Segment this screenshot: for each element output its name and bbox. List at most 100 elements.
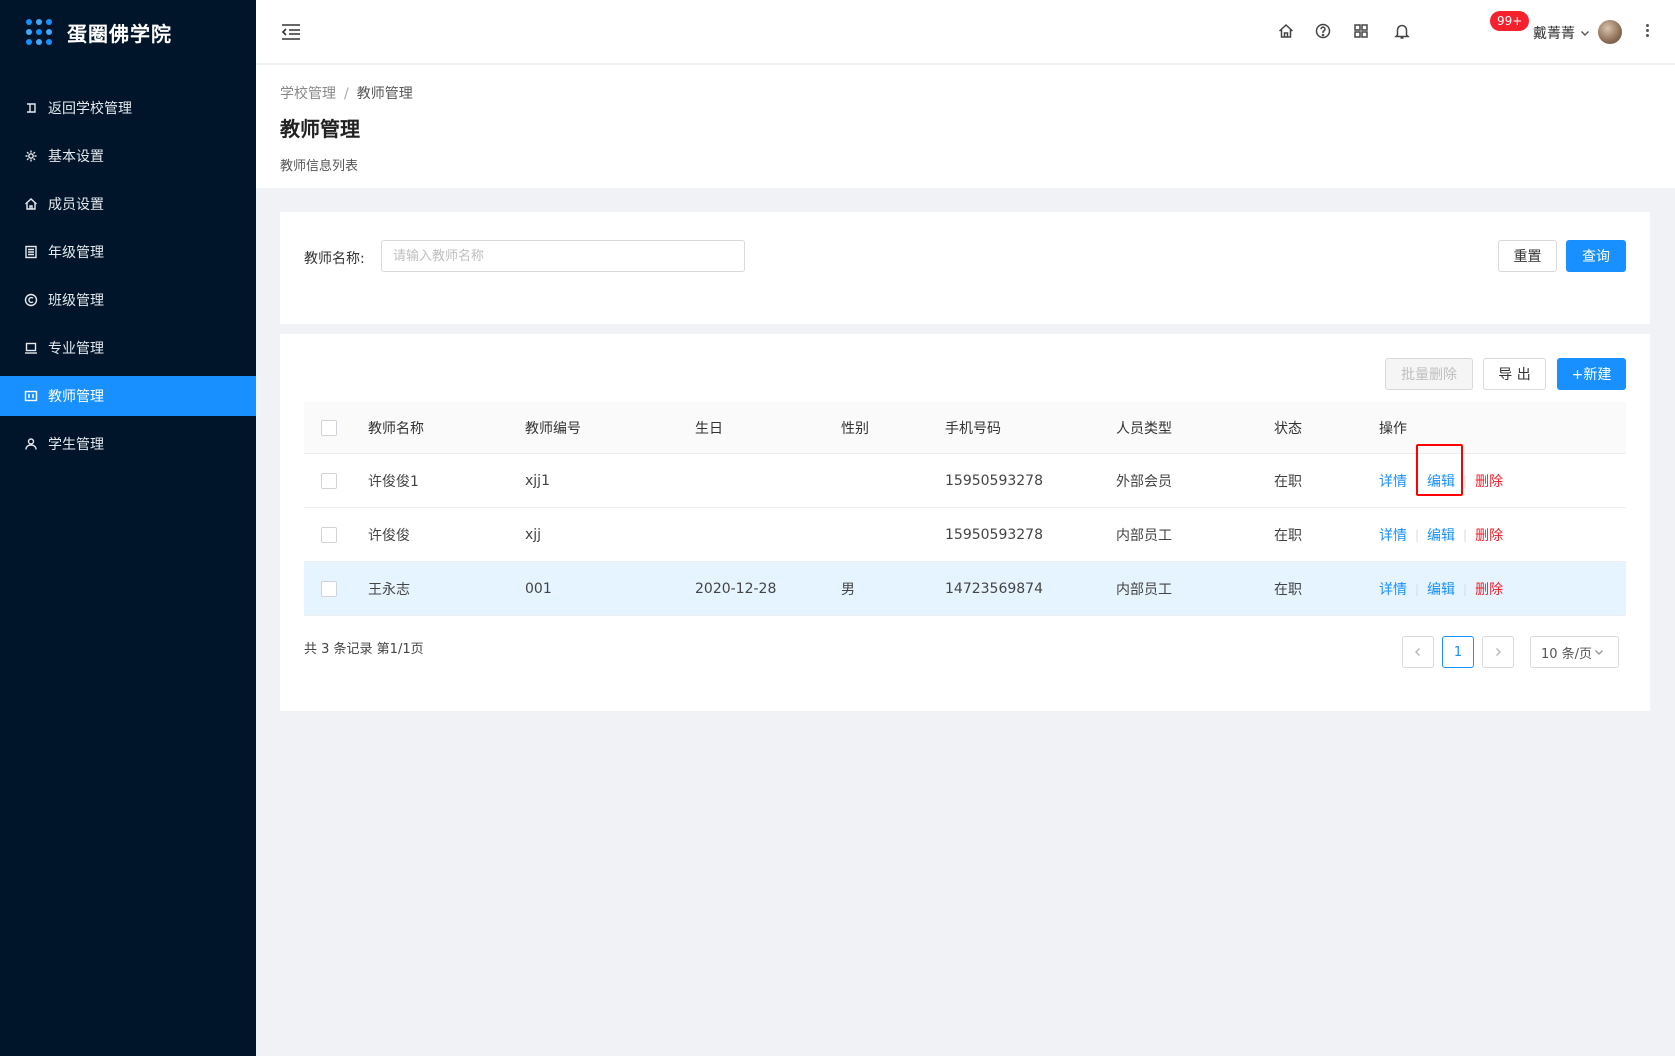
edit-link[interactable]: 编辑	[1427, 471, 1455, 491]
detail-link[interactable]: 详情	[1379, 579, 1407, 599]
breadcrumb-current: 教师管理	[356, 86, 413, 102]
row-checkbox[interactable]	[321, 580, 337, 597]
cell-type: 外部会员	[1116, 473, 1172, 490]
delete-link[interactable]: 删除	[1475, 471, 1503, 491]
export-button[interactable]: 导 出	[1483, 358, 1546, 390]
page-number-button[interactable]: 1	[1442, 636, 1474, 668]
action-separator: |	[1463, 527, 1468, 542]
chevron-right-icon	[1495, 647, 1502, 657]
column-header: 生日	[695, 420, 723, 437]
search-card: 教师名称: 重置 查询	[280, 212, 1650, 324]
sidebar-item-teacher[interactable]: 教师管理	[0, 376, 256, 416]
column-header: 教师名称	[368, 420, 424, 437]
reset-button[interactable]: 重置	[1498, 240, 1557, 272]
bell-icon[interactable]	[1393, 22, 1411, 40]
laptop-icon	[24, 341, 38, 355]
sidebar-item-label: 成员设置	[48, 197, 104, 213]
row-checkbox[interactable]	[321, 526, 337, 543]
sidebar-item-return[interactable]: 返回学校管理	[0, 88, 256, 128]
id-card-icon	[24, 389, 38, 403]
apps-icon[interactable]	[1352, 22, 1370, 40]
sidebar-item-class[interactable]: 班级管理	[0, 280, 256, 320]
chevron-down-icon	[1595, 650, 1604, 655]
table-card: 批量删除 导 出 +新建 教师名称 教师编号 生日 性别 手机号码 人员类型 状…	[280, 334, 1650, 711]
next-page-button[interactable]	[1482, 636, 1514, 668]
teacher-table: 教师名称 教师编号 生日 性别 手机号码 人员类型 状态 操作 许俊俊1 xjj…	[304, 402, 1626, 616]
breadcrumb-parent[interactable]: 学校管理	[280, 86, 336, 102]
column-header: 手机号码	[945, 420, 1001, 437]
sidebar-item-label: 年级管理	[48, 245, 104, 261]
batch-delete-button[interactable]: 批量删除	[1385, 358, 1473, 390]
sidebar-item-label: 基本设置	[48, 149, 104, 165]
column-header: 操作	[1379, 420, 1407, 437]
cell-type: 内部员工	[1116, 527, 1172, 544]
breadcrumb-separator: /	[344, 86, 349, 102]
delete-link[interactable]: 删除	[1475, 525, 1503, 545]
delete-link[interactable]: 删除	[1475, 579, 1503, 599]
select-all-checkbox[interactable]	[321, 419, 337, 436]
cell-phone: 15950593278	[945, 526, 1043, 543]
search-label: 教师名称:	[304, 251, 365, 267]
chevron-left-icon	[1414, 647, 1421, 657]
sidebar-item-member-settings[interactable]: 成员设置	[0, 184, 256, 224]
user-name[interactable]: 戴菁菁	[1533, 23, 1575, 43]
sidebar-item-label: 班级管理	[48, 293, 104, 309]
home-icon	[24, 197, 38, 211]
page-header: 学校管理 / 教师管理 教师管理 教师信息列表	[256, 65, 1675, 188]
cell-name: 许俊俊	[368, 527, 410, 544]
detail-link[interactable]: 详情	[1379, 471, 1407, 491]
table-row: 许俊俊1 xjj1 15950593278 外部会员 在职 详情 | 编辑 | 删除	[304, 454, 1626, 508]
cell-actions: 详情 | 编辑 | 删除	[1379, 562, 1503, 615]
query-button[interactable]: 查询	[1566, 240, 1626, 272]
column-header: 教师编号	[525, 420, 581, 437]
avatar[interactable]	[1598, 20, 1622, 44]
sidebar-item-basic-settings[interactable]: 基本设置	[0, 136, 256, 176]
page-size-value: 10 条/页	[1541, 646, 1593, 662]
more-vertical-icon[interactable]	[1646, 24, 1650, 40]
action-separator: |	[1415, 527, 1420, 542]
cell-birthday: 2020-12-28	[695, 580, 777, 597]
column-header: 人员类型	[1116, 420, 1172, 437]
detail-link[interactable]: 详情	[1379, 525, 1407, 545]
logo[interactable]: 蛋圈佛学院	[0, 0, 256, 64]
sidebar-item-label: 教师管理	[48, 389, 104, 405]
cell-status: 在职	[1274, 527, 1302, 544]
sidebar-item-student[interactable]: 学生管理	[0, 424, 256, 464]
sidebar-item-grade[interactable]: 年级管理	[0, 232, 256, 272]
cell-name: 许俊俊1	[368, 473, 419, 490]
column-header: 性别	[841, 420, 869, 437]
cell-code: xjj1	[525, 472, 550, 489]
sidebar-item-major[interactable]: 专业管理	[0, 328, 256, 368]
notification-badge: 99+	[1490, 11, 1530, 31]
cell-gender: 男	[841, 581, 855, 598]
prev-page-button[interactable]	[1402, 636, 1434, 668]
page-description: 教师信息列表	[280, 159, 359, 174]
edit-link[interactable]: 编辑	[1427, 579, 1455, 599]
sidebar-menu: 返回学校管理 基本设置 成员设置 年级管理 班级管理 专业管理 教师管理 学生管…	[0, 88, 256, 464]
help-icon[interactable]	[1314, 22, 1332, 40]
action-separator: |	[1415, 473, 1420, 488]
teacher-name-search-input[interactable]	[381, 240, 745, 272]
logo-grid-icon	[26, 19, 52, 45]
breadcrumb: 学校管理 / 教师管理	[280, 83, 413, 103]
sidebar-item-label: 学生管理	[48, 437, 104, 453]
edit-link[interactable]: 编辑	[1427, 525, 1455, 545]
cell-name: 王永志	[368, 581, 410, 598]
page-size-select[interactable]: 10 条/页	[1530, 636, 1619, 668]
list-icon	[24, 245, 38, 259]
menu-fold-icon[interactable]	[280, 22, 302, 42]
row-checkbox[interactable]	[321, 472, 337, 489]
pagination-summary: 共 3 条记录 第1/1页	[304, 642, 424, 657]
cell-status: 在职	[1274, 581, 1302, 598]
cell-phone: 14723569874	[945, 580, 1043, 597]
cell-phone: 15950593278	[945, 472, 1043, 489]
new-button[interactable]: +新建	[1557, 358, 1626, 390]
cell-type: 内部员工	[1116, 581, 1172, 598]
page-title: 教师管理	[280, 117, 360, 141]
action-separator: |	[1415, 581, 1420, 596]
home-icon[interactable]	[1277, 22, 1295, 40]
column-header: 状态	[1274, 420, 1302, 437]
sidebar-item-label: 专业管理	[48, 341, 104, 357]
chevron-down-icon[interactable]	[1580, 26, 1590, 36]
sidebar-item-label: 返回学校管理	[48, 101, 132, 117]
